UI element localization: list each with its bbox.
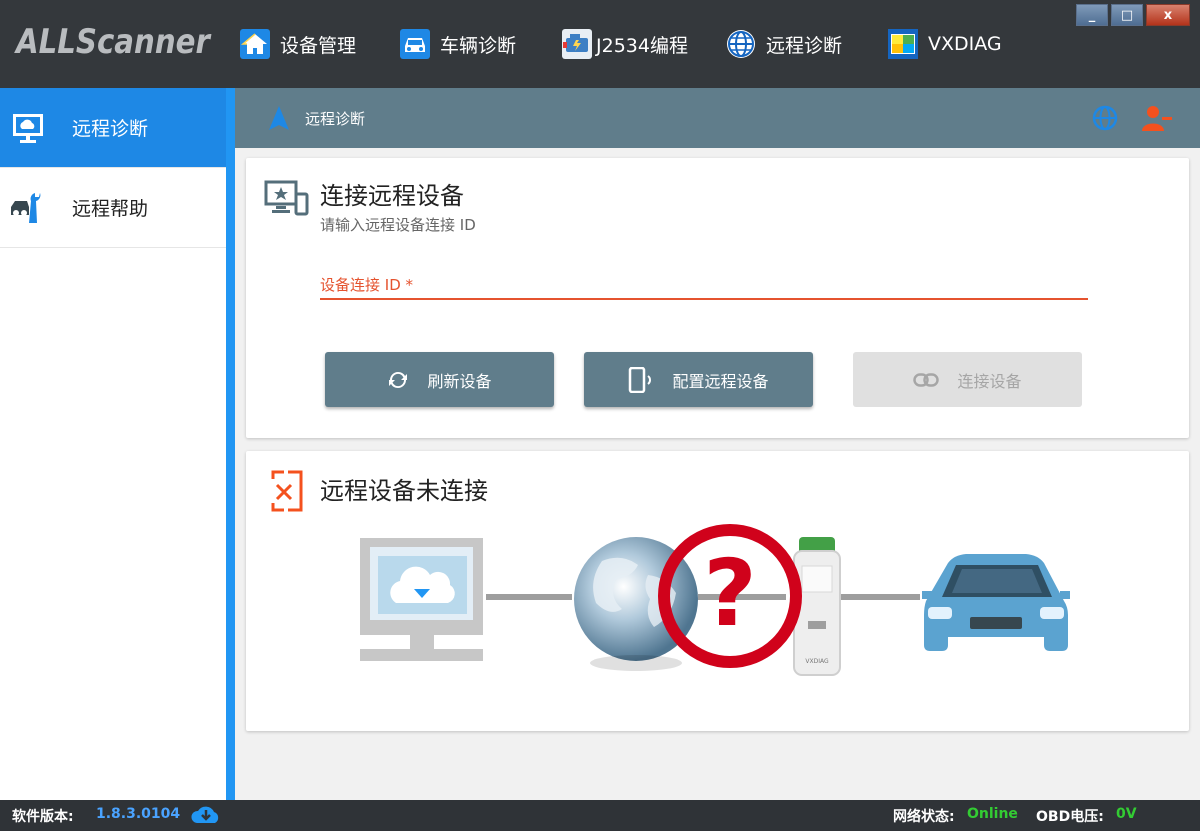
- svg-text:VXDIAG: VXDIAG: [805, 658, 829, 665]
- nav-device-management[interactable]: 设备管理: [238, 26, 356, 62]
- phone-vibrate-icon: [628, 366, 654, 393]
- nav-vxdiag[interactable]: VXDIAG: [886, 26, 1002, 62]
- page-title: 远程诊断: [305, 110, 366, 128]
- car-icon: [398, 27, 432, 61]
- engine-icon: [560, 27, 594, 61]
- connection-diagram: VXDIAG ?: [360, 524, 1070, 676]
- button-label: 刷新设备: [427, 371, 492, 391]
- page-header: 远程诊断: [235, 88, 1200, 148]
- app-logo: ALLScanner: [16, 22, 210, 62]
- globe-icon[interactable]: [1092, 105, 1118, 135]
- cloud-download-icon[interactable]: [190, 804, 222, 828]
- connect-remote-card: 连接远程设备 请输入远程设备连接 ID 设备连接 ID * 刷新设备 配置远程设…: [246, 158, 1189, 438]
- monitor-cloud-icon: [8, 108, 48, 148]
- sidebar-item-label: 远程帮助: [72, 198, 149, 220]
- nav-label: J2534编程: [596, 34, 688, 57]
- globe-icon: [724, 27, 758, 61]
- nav-label: 远程诊断: [766, 34, 843, 57]
- window-controls: _ □ x: [1076, 4, 1190, 26]
- error-mark: ?: [703, 540, 756, 647]
- network-value: Online: [967, 806, 1018, 822]
- version-value: 1.8.3.0104: [96, 806, 181, 822]
- sidebar-item-remote-diagnosis[interactable]: 远程诊断: [0, 88, 226, 168]
- status-bar: 软件版本: 1.8.3.0104 网络状态: Online OBD电压: 0V: [0, 800, 1200, 831]
- configure-remote-button[interactable]: 配置远程设备: [584, 352, 813, 407]
- network-label: 网络状态:: [893, 809, 955, 825]
- maximize-button[interactable]: □: [1111, 4, 1143, 26]
- sidebar-item-remote-help[interactable]: 远程帮助: [0, 168, 226, 248]
- nav-label: 车辆诊断: [440, 34, 517, 57]
- close-button[interactable]: x: [1146, 4, 1190, 26]
- connection-status-card: 远程设备未连接 VXDIAG ?: [246, 451, 1189, 731]
- nav-vehicle-diagnosis[interactable]: 车辆诊断: [398, 26, 516, 62]
- card-title: 连接远程设备: [320, 182, 464, 210]
- card-subtitle: 请输入远程设备连接 ID: [320, 216, 476, 234]
- car-icon: [922, 554, 1070, 651]
- nav-label: VXDIAG: [928, 33, 1002, 55]
- nav-remote-diagnosis[interactable]: 远程诊断: [724, 26, 842, 62]
- obd-voltage-value: 0V: [1116, 806, 1137, 822]
- user-remove-icon[interactable]: [1142, 105, 1172, 135]
- nav-label: 设备管理: [280, 34, 357, 57]
- obd-voltage-label: OBD电压:: [1036, 809, 1104, 825]
- sidebar: 远程诊断 远程帮助: [0, 88, 226, 800]
- connect-device-button[interactable]: 连接设备: [853, 352, 1082, 407]
- vxdiag-icon: [886, 27, 920, 61]
- refresh-icon: [387, 369, 409, 391]
- computer-cloud-icon: [360, 538, 483, 661]
- sidebar-item-label: 远程诊断: [72, 118, 149, 140]
- button-label: 配置远程设备: [672, 371, 769, 391]
- minimize-button[interactable]: _: [1076, 4, 1108, 26]
- main-content: 远程诊断 连接远程设备 请输入远程设备连接 ID 设备连接 ID * 刷新设备 …: [235, 88, 1200, 800]
- remote-devices-icon: [264, 180, 310, 224]
- refresh-devices-button[interactable]: 刷新设备: [325, 352, 554, 407]
- link-icon: [913, 372, 940, 387]
- title-bar: ALLScanner 设备管理 车辆诊断 J2534编程 远程诊断 VXDIAG…: [0, 0, 1200, 88]
- device-id-underline: [320, 298, 1088, 300]
- wrench-car-icon: [8, 188, 48, 228]
- home-icon: [238, 27, 272, 61]
- device-id-input[interactable]: [320, 268, 1088, 298]
- navigation-arrow-icon: [269, 106, 289, 134]
- version-label: 软件版本:: [12, 809, 74, 825]
- nav-j2534-programming[interactable]: J2534编程: [560, 26, 688, 62]
- sidebar-divider: [226, 88, 235, 800]
- button-label: 连接设备: [957, 371, 1022, 391]
